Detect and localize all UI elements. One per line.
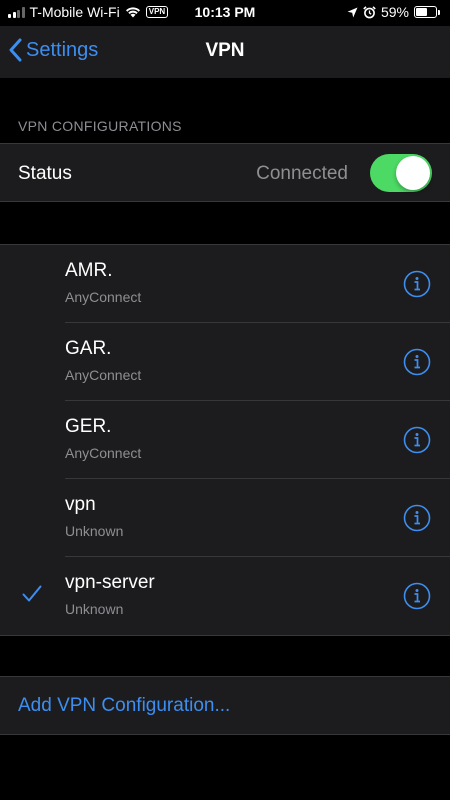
vpn-config-type: AnyConnect xyxy=(65,445,142,461)
add-vpn-configuration-label: Add VPN Configuration... xyxy=(18,695,231,716)
vpn-configuration-list: AMR. AnyConnect GAR. AnyConnect GER. Any… xyxy=(0,244,450,636)
vpn-config-name: AMR. xyxy=(65,260,113,281)
vpn-config-name: vpn-server xyxy=(65,572,155,593)
vpn-config-row-ger[interactable]: GER. AnyConnect xyxy=(0,401,450,479)
info-icon[interactable] xyxy=(403,582,431,610)
navigation-bar: Settings VPN xyxy=(0,26,450,78)
vpn-config-type: AnyConnect xyxy=(65,367,142,383)
info-icon[interactable] xyxy=(403,270,431,298)
location-arrow-icon xyxy=(347,7,358,17)
vpn-config-name: GER. xyxy=(65,416,112,437)
status-bar: T-Mobile Wi-Fi VPN 10:13 PM 59% xyxy=(0,0,450,26)
section-header: VPN CONFIGURATIONS xyxy=(18,118,182,134)
vpn-config-row-vpn-server[interactable]: vpn-server Unknown xyxy=(0,557,450,635)
info-icon[interactable] xyxy=(403,348,431,376)
add-vpn-configuration-button[interactable]: Add VPN Configuration... xyxy=(0,676,450,735)
vpn-config-type: Unknown xyxy=(65,601,124,617)
vpn-config-type: Unknown xyxy=(65,523,124,539)
info-icon[interactable] xyxy=(403,426,431,454)
info-icon[interactable] xyxy=(403,504,431,532)
alarm-clock-icon xyxy=(363,5,376,18)
status-bar-right: 59% xyxy=(347,4,440,20)
battery-icon xyxy=(414,6,440,18)
vpn-config-name: GAR. xyxy=(65,338,112,359)
page-title: VPN xyxy=(205,40,245,61)
vpn-config-row-amr[interactable]: AMR. AnyConnect xyxy=(0,245,450,323)
status-label: Status xyxy=(18,163,72,184)
vpn-config-row-vpn[interactable]: vpn Unknown xyxy=(0,479,450,557)
status-value: Connected xyxy=(256,163,348,184)
vpn-toggle[interactable] xyxy=(370,154,432,192)
checkmark-icon xyxy=(22,585,42,602)
vpn-status-row: Status Connected xyxy=(0,143,450,202)
toggle-knob xyxy=(396,156,430,190)
vpn-config-type: AnyConnect xyxy=(65,289,142,305)
vpn-config-row-gar[interactable]: GAR. AnyConnect xyxy=(0,323,450,401)
vpn-config-name: vpn xyxy=(65,494,96,515)
battery-percentage: 59% xyxy=(380,4,409,20)
